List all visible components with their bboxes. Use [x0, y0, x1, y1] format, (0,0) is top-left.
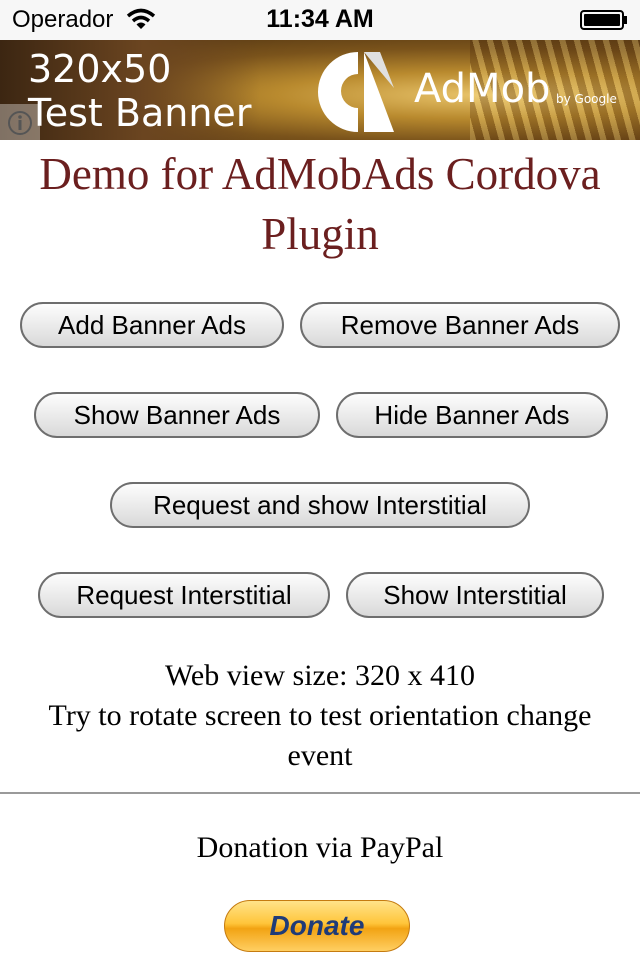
- donation-label: Donation via PayPal: [196, 831, 444, 864]
- show-banner-button[interactable]: Show Banner Ads: [34, 392, 320, 438]
- info-icon[interactable]: [0, 104, 40, 140]
- banner-test-text: Test Banner: [28, 91, 252, 135]
- page-title: Demo for AdMobAds Cordova Plugin: [39, 149, 601, 259]
- admob-wordmark: AdMob: [414, 66, 551, 112]
- show-interstitial-button[interactable]: Show Interstitial: [346, 572, 604, 618]
- status-time: 11:34 AM: [266, 5, 374, 33]
- webview-size-text: Web view size: 320 x 410: [164, 659, 476, 692]
- request-interstitial-button[interactable]: Request Interstitial: [38, 572, 330, 618]
- ad-banner[interactable]: 320x50 Test Banner AdMob by Google: [0, 40, 640, 140]
- add-banner-button[interactable]: Add Banner Ads: [20, 302, 284, 348]
- hide-banner-button[interactable]: Hide Banner Ads: [336, 392, 608, 438]
- banner-size-text: 320x50: [28, 47, 172, 91]
- divider: [0, 792, 640, 794]
- paypal-donate-button[interactable]: Donate: [224, 900, 410, 952]
- battery-icon: [580, 10, 627, 30]
- remove-banner-button[interactable]: Remove Banner Ads: [300, 302, 620, 348]
- admob-logo-icon: [318, 52, 394, 132]
- request-and-show-interstitial-button[interactable]: Request and show Interstitial: [110, 482, 530, 528]
- status-bar: Operador 11:34 AM: [0, 0, 640, 40]
- admob-byline: by Google: [556, 92, 617, 106]
- rotate-hint-text: Try to rotate screen to test orientation…: [48, 699, 592, 772]
